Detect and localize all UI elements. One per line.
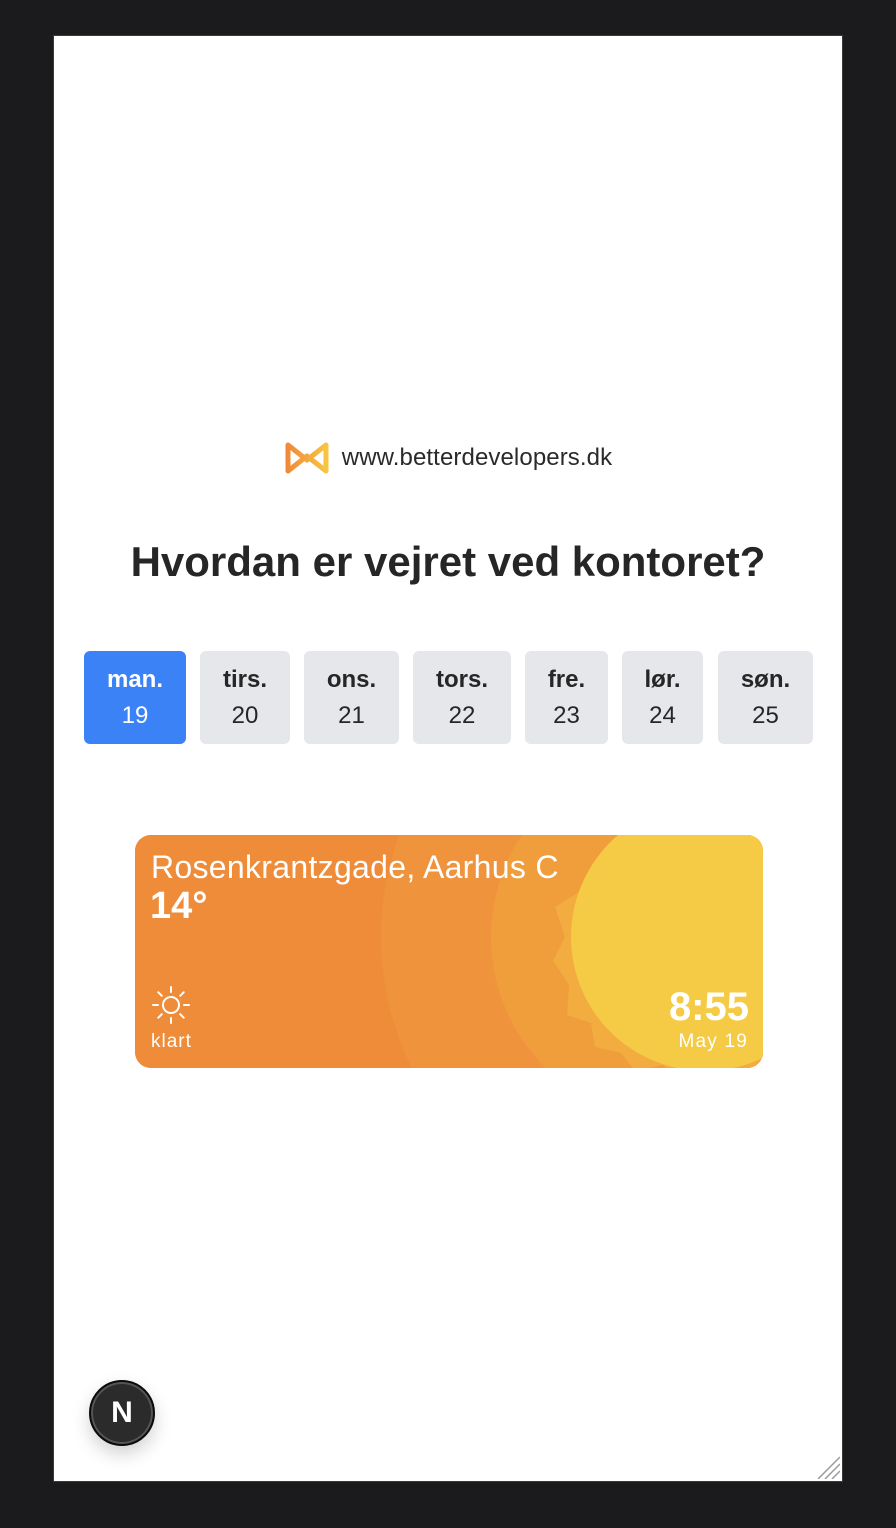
brand-url-text: www.betterdevelopers.dk bbox=[341, 444, 613, 471]
day-name: ons. bbox=[326, 665, 377, 693]
weather-date: May 19 bbox=[678, 1031, 748, 1052]
weather-time: 8:55 bbox=[668, 985, 749, 1029]
day-selector: man. 19 tirs. 20 ons. 21 tors. 22 fre. 2… bbox=[54, 651, 842, 745]
brand-header: www.betterdevelopers.dk bbox=[54, 441, 842, 475]
day-name: tors. bbox=[435, 665, 488, 693]
day-button-mon[interactable]: man. 19 bbox=[84, 651, 186, 744]
day-number: 23 bbox=[553, 701, 580, 729]
day-number: 19 bbox=[121, 701, 149, 729]
weather-location: Rosenkrantzgade, Aarhus C bbox=[151, 849, 559, 885]
day-number: 21 bbox=[338, 701, 365, 729]
resize-handle-icon[interactable] bbox=[816, 1455, 840, 1479]
day-number: 22 bbox=[448, 701, 476, 729]
day-name: søn. bbox=[740, 665, 791, 693]
sun-icon bbox=[152, 986, 190, 1024]
weather-temperature: 14° bbox=[150, 885, 208, 927]
day-name: lør. bbox=[644, 665, 681, 693]
day-button-fri[interactable]: fre. 23 bbox=[525, 651, 608, 744]
infinity-logo-icon bbox=[285, 442, 329, 474]
weather-card: Rosenkrantzgade, Aarhus C 14° klart 8:55… bbox=[135, 835, 763, 1068]
day-button-tue[interactable]: tirs. 20 bbox=[200, 651, 290, 744]
nextjs-logo-icon: N bbox=[111, 1396, 133, 1429]
day-number: 25 bbox=[752, 701, 779, 729]
day-name: tirs. bbox=[222, 665, 267, 693]
day-name: fre. bbox=[547, 665, 586, 693]
app-viewport: www.betterdevelopers.dk Hvordan er vejre… bbox=[53, 35, 843, 1482]
day-button-sat[interactable]: lør. 24 bbox=[622, 651, 703, 744]
day-button-wed[interactable]: ons. 21 bbox=[304, 651, 399, 744]
day-number: 24 bbox=[649, 701, 676, 729]
weather-condition: klart bbox=[151, 1031, 192, 1052]
day-name: man. bbox=[106, 665, 163, 693]
day-button-thu[interactable]: tors. 22 bbox=[413, 651, 511, 744]
day-number: 20 bbox=[231, 701, 259, 729]
day-button-sun[interactable]: søn. 25 bbox=[718, 651, 813, 744]
nextjs-devtools-button[interactable]: N bbox=[89, 1380, 155, 1446]
page-title: Hvordan er vejret ved kontoret? bbox=[130, 538, 766, 585]
